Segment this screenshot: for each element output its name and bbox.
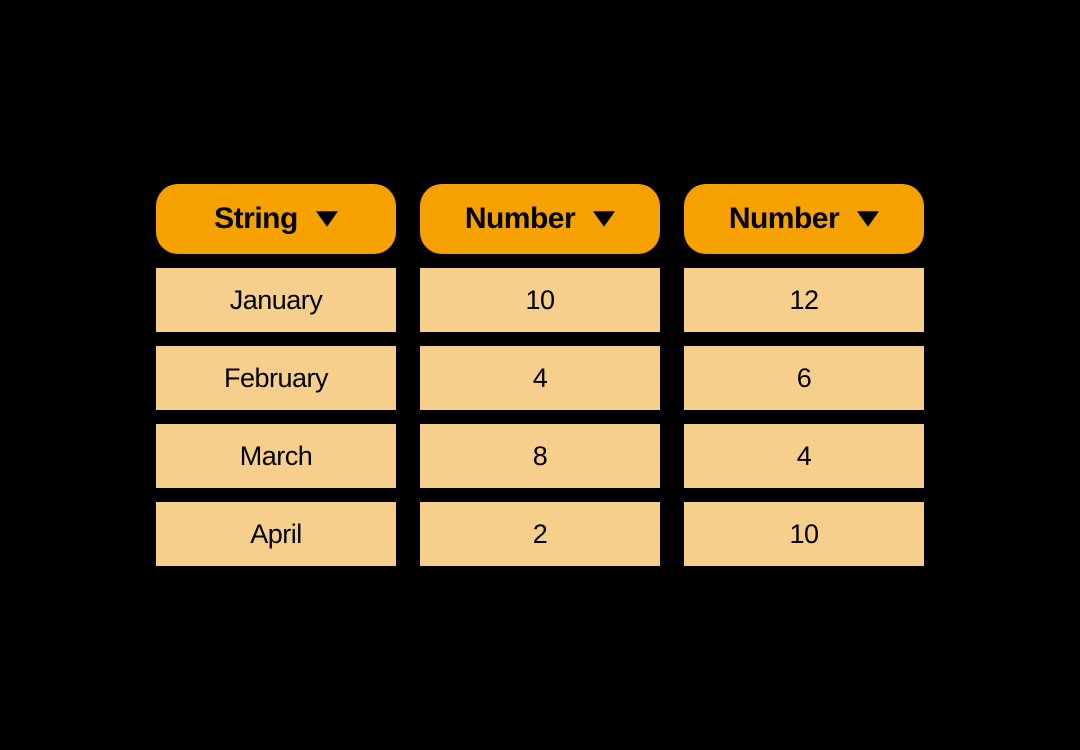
cell-value: 10 [525,285,554,316]
cell-value: April [250,519,302,550]
cell-value: January [230,285,323,316]
cell-value: February [224,363,328,394]
table-column: Number 10 4 8 2 [420,184,660,566]
table-container: String January February March April Numb… [0,0,1080,750]
table-row: February [156,346,396,410]
chevron-down-icon [593,211,615,227]
cell-value: 10 [789,519,818,550]
column-header-label: Number [465,202,575,236]
cell-value: 4 [533,363,548,394]
data-table: String January February March April Numb… [156,184,924,566]
table-row: April [156,502,396,566]
column-header-number-1[interactable]: Number [420,184,660,254]
cell-value: March [240,441,313,472]
table-column: String January February March April [156,184,396,566]
cell-value: 8 [533,441,548,472]
table-row: March [156,424,396,488]
cell-value: 6 [797,363,812,394]
column-header-number-2[interactable]: Number [684,184,924,254]
cell-value: 2 [533,519,548,550]
chevron-down-icon [316,211,338,227]
table-row: 4 [684,424,924,488]
table-row: 10 [420,268,660,332]
table-row: 12 [684,268,924,332]
column-header-label: Number [729,202,839,236]
table-row: 10 [684,502,924,566]
column-header-string[interactable]: String [156,184,396,254]
column-header-label: String [214,202,298,236]
table-column: Number 12 6 4 10 [684,184,924,566]
cell-value: 12 [789,285,818,316]
cell-value: 4 [797,441,812,472]
table-row: 2 [420,502,660,566]
table-row: 6 [684,346,924,410]
table-row: 8 [420,424,660,488]
table-row: January [156,268,396,332]
table-row: 4 [420,346,660,410]
chevron-down-icon [857,211,879,227]
